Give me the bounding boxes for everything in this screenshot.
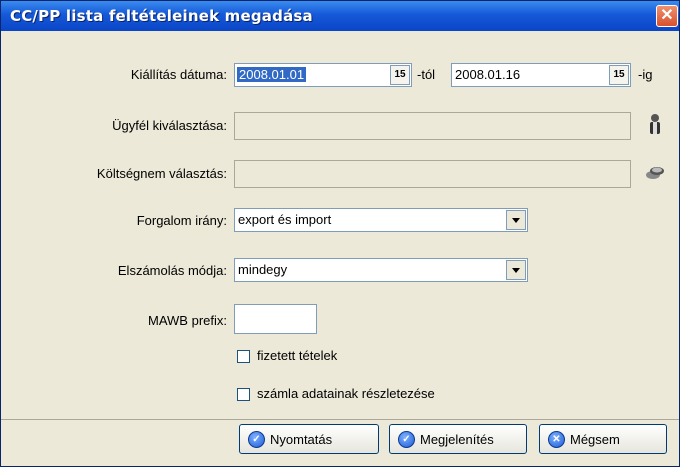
direction-label: Forgalom irány:	[136, 213, 227, 228]
coins-icon[interactable]	[644, 163, 666, 188]
close-icon: ✕	[548, 431, 565, 448]
footer-divider	[1, 419, 679, 420]
print-button[interactable]: ✓ Nyomtatás	[239, 424, 379, 454]
costcenter-field[interactable]	[234, 160, 631, 188]
window-title: CC/PP lista feltételeinek megadása	[10, 7, 313, 25]
date-to-field[interactable]: 2008.01.16 15	[451, 63, 631, 87]
person-icon[interactable]	[646, 113, 664, 140]
invoice-details-checkbox[interactable]	[237, 388, 250, 401]
costcenter-label: Költségnem választás:	[96, 166, 227, 181]
date-from-field[interactable]: 2008.01.01 15	[234, 63, 412, 87]
paid-items-label: fizetett tételek	[257, 348, 338, 363]
to-suffix: -ig	[638, 67, 653, 82]
settlement-select[interactable]: mindegy	[234, 258, 528, 282]
date-to-value: 2008.01.16	[455, 67, 521, 82]
check-icon: ✓	[248, 431, 265, 448]
chevron-down-icon[interactable]	[506, 210, 526, 230]
direction-value: export és import	[238, 212, 332, 227]
dialog-window: CC/PP lista feltételeinek megadása ✕ Kiá…	[0, 0, 680, 467]
show-button-label: Megjelenítés	[420, 432, 494, 447]
close-button[interactable]: ✕	[656, 5, 678, 27]
chevron-down-icon[interactable]	[506, 260, 526, 280]
cancel-button-label: Mégsem	[570, 432, 620, 447]
direction-select[interactable]: export és import	[234, 208, 528, 232]
settlement-value: mindegy	[238, 262, 288, 277]
date-label: Kiállítás dátuma:	[130, 67, 227, 82]
check-icon: ✓	[398, 431, 415, 448]
client-label: Ügyfél kiválasztása:	[112, 118, 227, 133]
settlement-label: Elszámolás módja:	[117, 263, 227, 278]
mawb-label: MAWB prefix:	[148, 313, 227, 328]
title-bar[interactable]: CC/PP lista feltételeinek megadása ✕	[1, 1, 679, 31]
cancel-button[interactable]: ✕ Mégsem	[539, 424, 667, 454]
show-button[interactable]: ✓ Megjelenítés	[389, 424, 527, 454]
date-from-value: 2008.01.01	[237, 67, 307, 82]
calendar-icon[interactable]: 15	[609, 65, 629, 85]
client-field[interactable]	[234, 112, 631, 140]
paid-items-checkbox[interactable]	[237, 350, 250, 363]
from-suffix: -tól	[417, 67, 436, 82]
calendar-icon[interactable]: 15	[390, 65, 410, 85]
invoice-details-label: számla adatainak részletezése	[257, 386, 435, 401]
print-button-label: Nyomtatás	[270, 432, 333, 447]
mawb-prefix-input[interactable]	[234, 304, 317, 334]
